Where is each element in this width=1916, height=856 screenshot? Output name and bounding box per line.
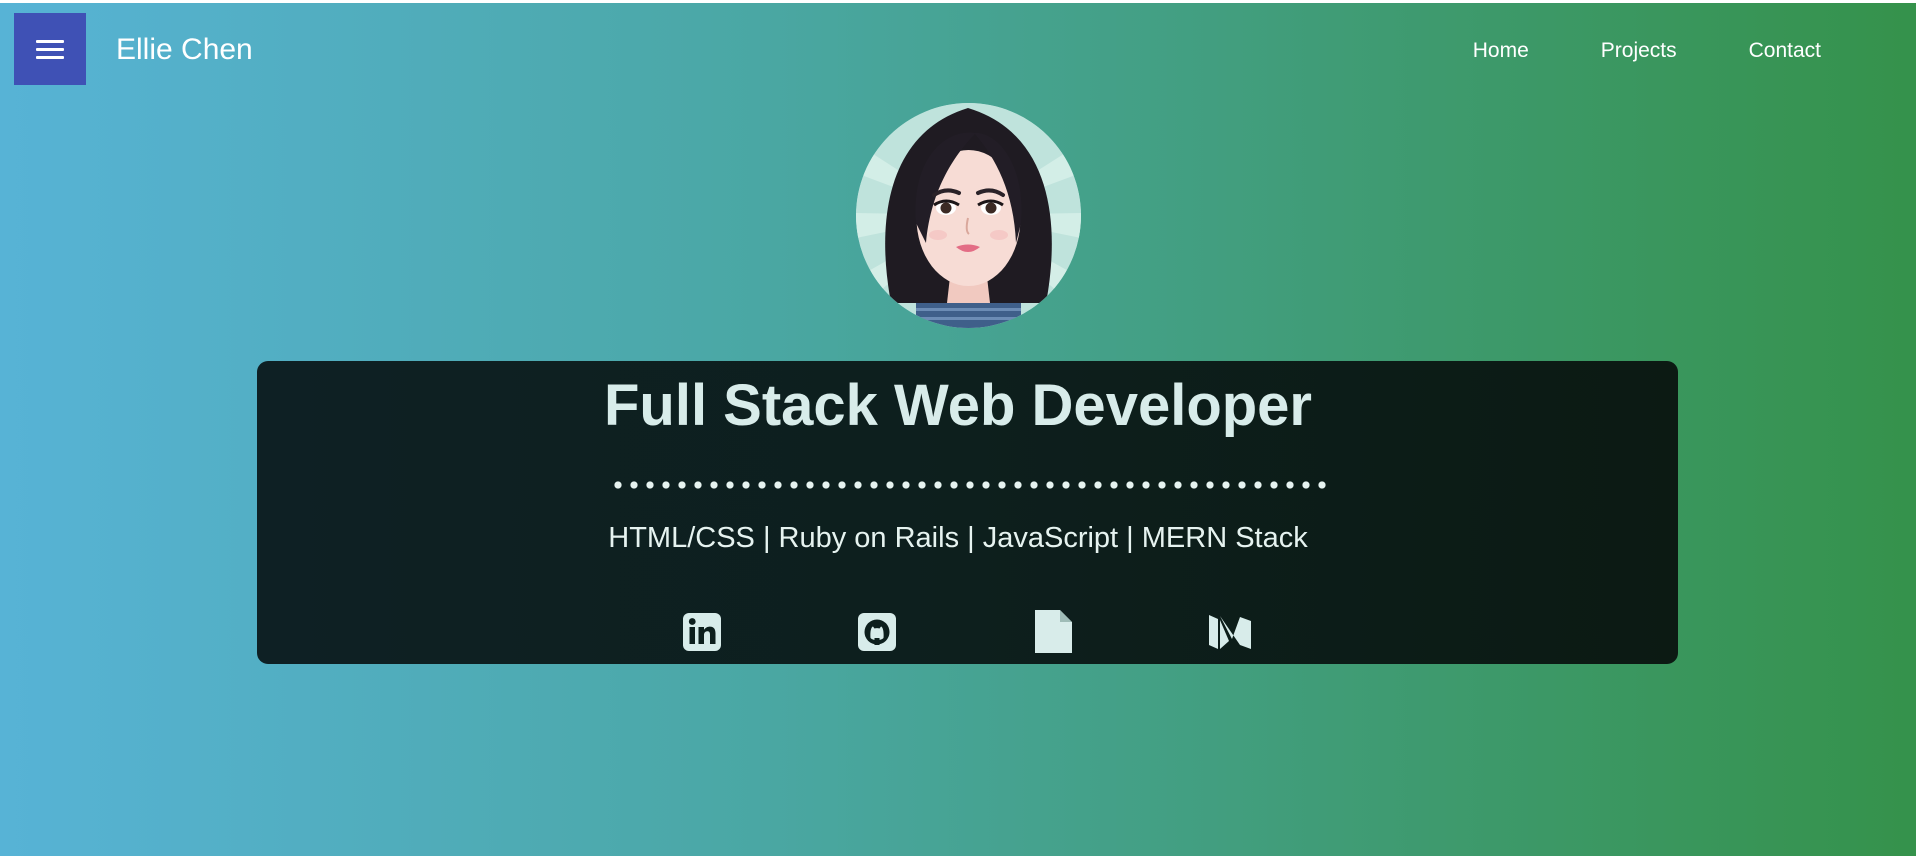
avatar bbox=[856, 103, 1081, 328]
skills-text: HTML/CSS | Ruby on Rails | JavaScript | … bbox=[608, 522, 1308, 554]
main-nav: Home Projects Contact bbox=[1401, 38, 1821, 64]
menu-button[interactable] bbox=[14, 13, 86, 85]
github-link[interactable] bbox=[853, 609, 901, 655]
document-icon bbox=[1035, 610, 1072, 653]
linkedin-icon bbox=[683, 613, 721, 651]
github-icon bbox=[858, 613, 896, 651]
nav-link-contact[interactable]: Contact bbox=[1749, 38, 1821, 64]
linkedin-link[interactable] bbox=[678, 609, 726, 655]
hamburger-menu-icon-bar bbox=[36, 55, 64, 59]
medium-link[interactable] bbox=[1206, 609, 1254, 655]
nav-link-projects[interactable]: Projects bbox=[1601, 38, 1677, 64]
dotted-divider bbox=[610, 480, 1326, 490]
brand-name[interactable]: Ellie Chen bbox=[116, 32, 253, 68]
hamburger-menu-icon-bar bbox=[36, 47, 64, 51]
nav-link-home[interactable]: Home bbox=[1473, 38, 1529, 64]
resume-link[interactable] bbox=[1028, 609, 1076, 655]
page-title: Full Stack Web Developer bbox=[603, 373, 1313, 438]
medium-icon bbox=[1209, 615, 1251, 649]
hamburger-menu-icon bbox=[36, 39, 64, 43]
